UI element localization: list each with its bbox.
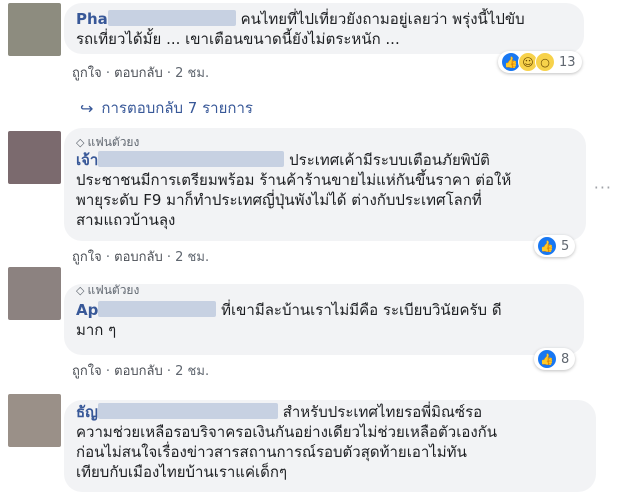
like-icon: 👍 bbox=[537, 236, 557, 256]
comment-author[interactable]: เจ้า bbox=[76, 151, 285, 169]
avatar[interactable] bbox=[8, 267, 61, 320]
reply-link[interactable]: ตอบกลับ bbox=[114, 250, 163, 265]
avatar[interactable] bbox=[8, 394, 61, 447]
more-options-icon[interactable]: ··· bbox=[594, 178, 612, 197]
diamond-icon: ◇ bbox=[76, 284, 85, 297]
diamond-icon: ◇ bbox=[76, 136, 85, 149]
comment-author[interactable]: ธัญ bbox=[76, 403, 278, 421]
fan-badge: ◇ แฟนตัวยง bbox=[76, 283, 140, 297]
comment-time[interactable]: 2 ชม. bbox=[175, 364, 209, 379]
comment-bubble: ธัญ สำหรับประเทศไทยรอพี่มิณซ์รอ ความช่วย… bbox=[64, 400, 596, 492]
reply-arrow-icon: ↪ bbox=[80, 98, 94, 118]
comment-text: Pha คนไทยที่ไปเที่ยวยังถามอยู่เลยว่า พรุ… bbox=[76, 9, 572, 49]
avatar[interactable] bbox=[8, 131, 61, 184]
comment-actions: ถูกใจ · ตอบกลับ · 2 ชม. bbox=[72, 250, 210, 265]
reaction-summary[interactable]: 👍 ☺ ○ 13 bbox=[498, 51, 582, 73]
view-replies-link[interactable]: ↪ การตอบกลับ 7 รายการ bbox=[80, 96, 253, 120]
reply-link[interactable]: ตอบกลับ bbox=[114, 364, 163, 379]
reaction-count: 5 bbox=[561, 238, 570, 254]
comment-bubble: Pha คนไทยที่ไปเที่ยวยังถามอยู่เลยว่า พรุ… bbox=[64, 3, 584, 54]
comment-text: Ap ที่เขามีละบ้านเราไม่มีคือ ระเบียบวินั… bbox=[76, 300, 572, 340]
reaction-summary[interactable]: 👍 8 bbox=[534, 348, 576, 370]
comment-text: เจ้า ประเทศเค้ามีระบบเตือนภัยพิบัติ ประช… bbox=[76, 150, 574, 230]
reaction-count: 8 bbox=[561, 351, 570, 367]
reaction-count: 13 bbox=[559, 54, 576, 70]
comment-actions: ถูกใจ · ตอบกลับ · 2 ชม. bbox=[72, 364, 210, 379]
comment-author[interactable]: Ap bbox=[76, 301, 217, 319]
like-link[interactable]: ถูกใจ bbox=[72, 66, 102, 81]
like-link[interactable]: ถูกใจ bbox=[72, 250, 102, 265]
wow-icon: ○ bbox=[535, 52, 555, 72]
comment-time[interactable]: 2 ชม. bbox=[175, 250, 209, 265]
reply-link[interactable]: ตอบกลับ bbox=[114, 66, 163, 81]
comment-bubble: ◇ แฟนตัวยง เจ้า ประเทศเค้ามีระบบเตือนภัยพ… bbox=[64, 128, 586, 241]
comment-author[interactable]: Pha bbox=[76, 10, 236, 28]
like-icon: 👍 bbox=[537, 349, 557, 369]
fan-badge: ◇ แฟนตัวยง bbox=[76, 135, 140, 149]
reaction-summary[interactable]: 👍 5 bbox=[534, 235, 576, 257]
comment-time[interactable]: 2 ชม. bbox=[175, 66, 209, 81]
comment-text: ธัญ สำหรับประเทศไทยรอพี่มิณซ์รอ ความช่วย… bbox=[76, 402, 584, 482]
avatar[interactable] bbox=[8, 3, 61, 56]
comment-actions: ถูกใจ · ตอบกลับ · 2 ชม. bbox=[72, 66, 210, 81]
like-link[interactable]: ถูกใจ bbox=[72, 364, 102, 379]
comment-bubble: ◇ แฟนตัวยง Ap ที่เขามีละบ้านเราไม่มีคือ ร… bbox=[64, 283, 584, 355]
